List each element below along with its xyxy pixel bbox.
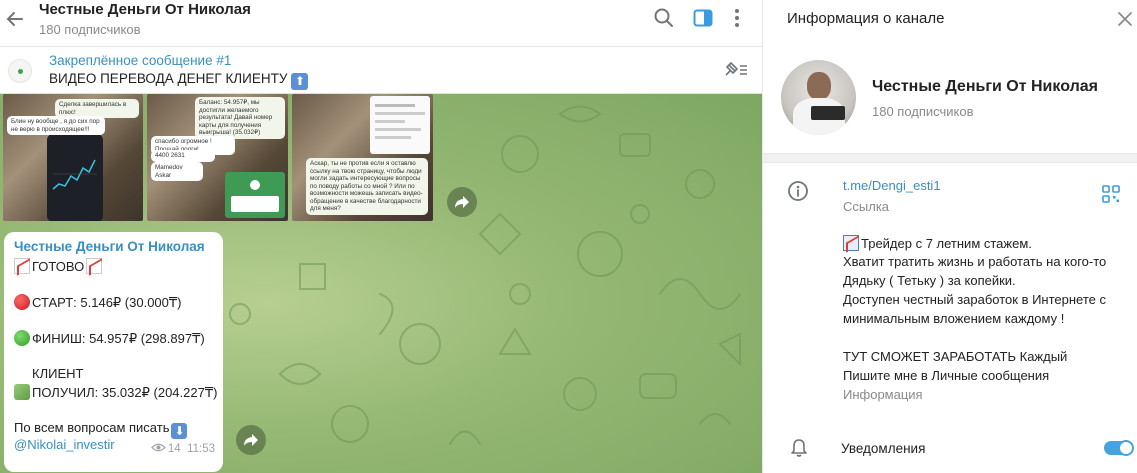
bar-chart-emoji-icon xyxy=(843,235,859,251)
media-photo-3[interactable]: Аскар, ты не против если я оставлю ссылк… xyxy=(292,94,433,221)
bio-line-1: Трейдер с 7 летним стажем. xyxy=(843,235,1032,251)
bell-icon xyxy=(791,439,807,457)
photo1-bubble-2: Блин ну вообще , я до сих пор не верю в … xyxy=(7,116,105,135)
message-time: 11:53 xyxy=(187,443,215,455)
notifications-toggle[interactable] xyxy=(1104,440,1134,456)
message-author[interactable]: Честные Деньги От Николая xyxy=(14,239,205,254)
info-subscriber-count: 180 подписчиков xyxy=(872,104,974,119)
green-circle-emoji-icon xyxy=(14,330,30,346)
channel-info-panel: Информация о канале Честные Деньги От Ни… xyxy=(762,0,1137,473)
message-line-done: ГОТОВО xyxy=(14,258,104,274)
message-line-start: СТАРТ: 5.146₽ (30.000₸) xyxy=(14,294,182,311)
photo2-bubble-1: Баланс: 54.957₽, мы достигли желаемого р… xyxy=(195,97,285,139)
red-circle-emoji-icon xyxy=(14,294,30,310)
views-eye-icon xyxy=(151,443,166,452)
sidebar-toggle-icon[interactable] xyxy=(692,7,714,29)
forward-button-media[interactable] xyxy=(447,187,477,217)
view-count: 14 xyxy=(167,443,181,455)
qr-code-icon[interactable] xyxy=(1102,185,1120,203)
bank-app-screen xyxy=(370,96,430,154)
message-line-finish: ФИНИШ: 54.957₽ (298.897₸) xyxy=(14,330,205,347)
message-username-link[interactable]: @Nikolai_investir xyxy=(14,437,115,452)
link-caption: Ссылка xyxy=(843,199,890,214)
up-arrow-emoji-icon: ⬆ xyxy=(291,73,309,90)
message-line-client: КЛИЕНТ xyxy=(32,366,84,381)
chat-header[interactable]: Честные Деньги От Николая 180 подписчико… xyxy=(0,0,762,46)
notifications-label: Уведомления xyxy=(841,441,926,456)
bio-line-2: Хватит тратить жизнь и работать на кого-… xyxy=(843,254,1107,269)
close-icon[interactable] xyxy=(1116,10,1134,28)
forward-arrow-icon xyxy=(244,434,258,446)
message-line-received: ПОЛУЧИЛ: 35.032₽ (204.227₸) xyxy=(14,384,217,401)
money-emoji-icon xyxy=(14,384,30,400)
pinned-text: ВИДЕО ПЕРЕВОДА ДЕНЕГ КЛИЕНТУ ⬆ xyxy=(49,71,309,90)
info-channel-name: Честные Деньги От Николая xyxy=(872,78,1098,95)
photo2-bubble-3: 4400 2631 xyxy=(151,150,215,162)
bio-line-4: Доступен честный заработок в Интернете с xyxy=(843,292,1107,307)
media-photo-2[interactable]: Баланс: 54.957₽, мы достигли желаемого р… xyxy=(147,94,288,221)
chart-up-emoji-icon xyxy=(14,258,30,274)
chart-up-emoji-icon xyxy=(86,258,103,274)
bio-line-7: ТУТ СМОЖЕТ ЗАРАБОТАТЬ Каждый xyxy=(843,349,1068,364)
search-icon[interactable] xyxy=(653,7,675,29)
channel-message[interactable]: Честные Деньги От Николая ГОТОВО СТАРТ: … xyxy=(4,232,223,472)
photo3-bubble-1: Аскар, ты не против если я оставлю ссылк… xyxy=(306,158,428,215)
pinned-message-bar[interactable]: Закреплённое сообщение #1 ВИДЕО ПЕРЕВОДА… xyxy=(0,46,762,94)
pinned-title: Закреплённое сообщение #1 xyxy=(49,53,232,68)
payment-screen xyxy=(225,172,285,218)
price-chart-graphic xyxy=(52,159,97,190)
info-icon xyxy=(788,181,808,201)
pinned-thumbnail xyxy=(8,59,32,83)
bio-caption: Информация xyxy=(843,387,923,402)
pin-list-icon[interactable] xyxy=(723,60,749,80)
channel-avatar[interactable] xyxy=(781,60,856,135)
media-photo-1[interactable]: Сделка завершилась в плюс! Блин ну вообщ… xyxy=(3,94,143,221)
photo2-bubble-4: Mamedov Askar xyxy=(151,162,203,181)
bio-line-5: минимальным вложением каждому ! xyxy=(843,311,1065,326)
more-menu-icon[interactable] xyxy=(726,7,748,29)
chat-area: Честные Деньги От Николая 180 подписчико… xyxy=(0,0,762,473)
forward-arrow-icon xyxy=(455,196,469,208)
bio-line-8: Пишите мне в Личные сообщения xyxy=(843,368,1050,383)
message-meta: 14 11:53 xyxy=(151,443,215,455)
phone-screenshot xyxy=(47,134,103,221)
bio-line-3: Дядьку ( Тетьку ) за копейки. xyxy=(843,273,1016,288)
down-arrow-emoji-icon: ⬇ xyxy=(171,423,188,439)
forward-button-message[interactable] xyxy=(236,425,266,455)
channel-title[interactable]: Честные Деньги От Николая xyxy=(39,1,251,18)
info-panel-title: Информация о канале xyxy=(787,10,945,27)
subscriber-count: 180 подписчиков xyxy=(39,22,141,37)
section-divider xyxy=(763,153,1137,163)
back-arrow-icon[interactable] xyxy=(5,9,25,29)
channel-link[interactable]: t.me/Dengi_esti1 xyxy=(843,178,941,193)
